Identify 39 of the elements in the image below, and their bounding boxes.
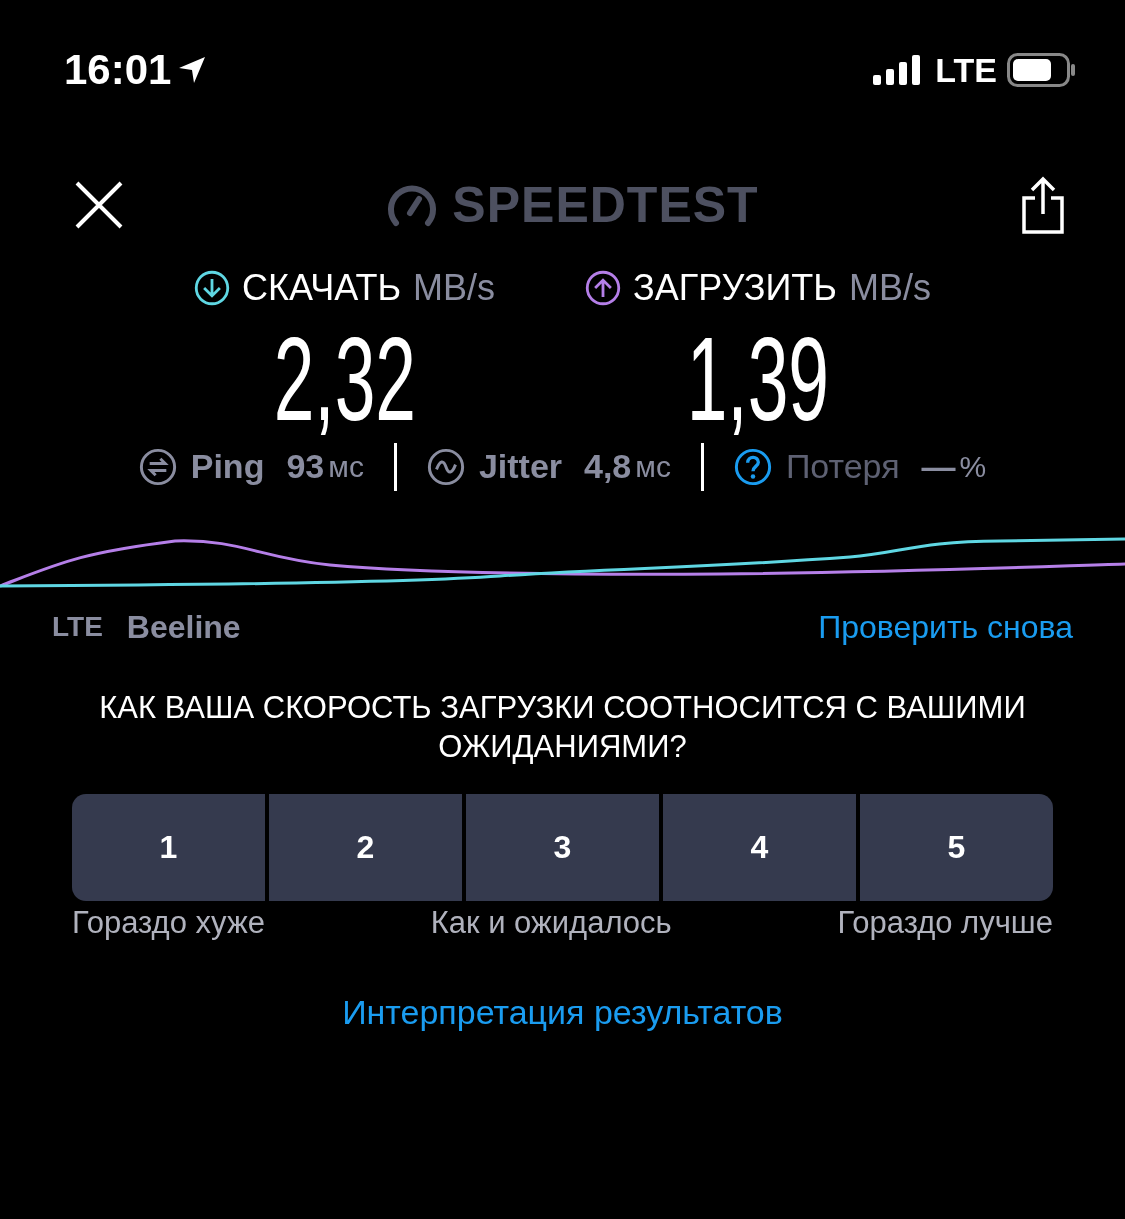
rating-option[interactable]: 3: [466, 793, 659, 901]
battery-icon: [1007, 53, 1077, 87]
speed-unit: MB/s: [413, 267, 496, 309]
survey-question: КАК ВАША СКОРОСТЬ ЗАГРУЗКИ СООТНОСИТСЯ С ВАШИМИ ОЖИДАНИЯМИ?: [98, 688, 1027, 766]
close-icon[interactable]: [74, 180, 124, 230]
wave-icon: [426, 447, 465, 486]
metric-value: —: [921, 447, 956, 487]
rating-option[interactable]: 2: [269, 793, 462, 901]
speed-unit: MB/s: [848, 267, 931, 309]
metric-label: Потеря: [785, 447, 900, 487]
speed-label: ЗАГРУЗИТЬ: [633, 267, 837, 309]
metric-unit: мс: [328, 449, 364, 484]
location-arrow-icon: [177, 55, 208, 85]
rating-option[interactable]: 4: [663, 793, 856, 901]
rating-option[interactable]: 1: [72, 793, 265, 901]
gauge-icon: [386, 183, 439, 227]
scale-label: Гораздо хуже: [72, 904, 265, 941]
results-link[interactable]: Интерпретация результатов: [342, 992, 783, 1032]
speed-value: 1,39: [686, 315, 830, 445]
speed-label: СКАЧАТЬ: [242, 267, 402, 309]
rating-option[interactable]: 5: [860, 793, 1053, 901]
clock-time: 16:01: [64, 46, 172, 94]
speed-value: 2,32: [273, 315, 416, 445]
help-icon[interactable]: [733, 447, 772, 486]
metric-label: Jitter: [478, 447, 562, 487]
retest-link[interactable]: Проверить снова: [818, 608, 1073, 646]
speedtest-logo: SPEEDTEST: [452, 176, 759, 234]
network-type: LTE: [935, 50, 997, 90]
share-icon[interactable]: [1021, 176, 1065, 234]
provider-name: Beeline: [126, 608, 241, 646]
metric-label: Ping: [190, 447, 265, 487]
scale-label: Гораздо лучше: [837, 904, 1053, 941]
metric-unit: %: [959, 449, 987, 484]
metric-value: 4,8: [584, 447, 632, 487]
metric-value: 93: [286, 447, 325, 487]
ping-icon: [138, 447, 177, 486]
connection-type: LTE: [52, 611, 103, 644]
metric-unit: мс: [635, 449, 671, 484]
scale-label: Как и ожидалось: [430, 904, 672, 941]
